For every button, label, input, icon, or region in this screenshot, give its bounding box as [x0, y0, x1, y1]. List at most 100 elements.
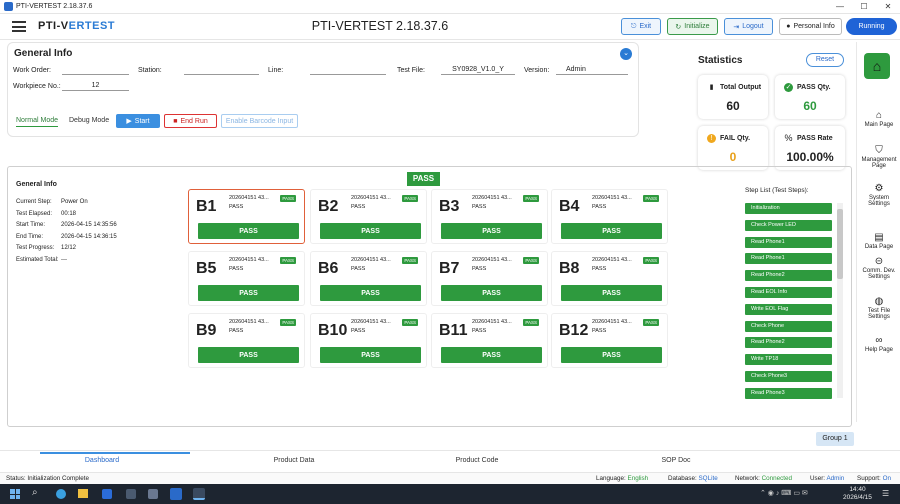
- app-icon-3[interactable]: [148, 489, 158, 499]
- end-run-button[interactable]: ■ End Run: [164, 114, 217, 128]
- slot-card-b12[interactable]: B12 202604151 43... PASS PASS PASS: [551, 313, 668, 368]
- step-item[interactable]: Write EOL Flag: [745, 303, 832, 315]
- slot-name: B10: [318, 322, 348, 339]
- app-icon-2[interactable]: [126, 489, 136, 499]
- windows-start-icon[interactable]: [10, 489, 20, 499]
- step-item[interactable]: Check Power LED: [745, 219, 832, 231]
- step-item[interactable]: Write TP18: [745, 354, 832, 366]
- play-icon: ▶: [126, 118, 132, 125]
- slot-card-b7[interactable]: B7 202604151 43... PASS PASS PASS: [431, 251, 548, 306]
- slot-result-button[interactable]: PASS: [441, 285, 542, 301]
- tab-normal-mode[interactable]: Normal Mode: [16, 117, 59, 127]
- step-item[interactable]: Check Phone: [745, 320, 832, 332]
- step-item[interactable]: Initialization: [745, 203, 832, 214]
- sidebar-item-comm-dev-settings[interactable]: ⊝ Comm. Dev. Settings: [858, 256, 900, 280]
- reset-button[interactable]: Reset: [806, 53, 844, 67]
- sidebar-item-management-page[interactable]: ⛉ Management Page: [858, 145, 900, 169]
- line-field[interactable]: [310, 66, 386, 75]
- logout-button[interactable]: ⇥ Logout: [724, 18, 773, 35]
- slot-card-b9[interactable]: B9 202604151 43... PASS PASS PASS: [188, 313, 305, 368]
- slot-card-b1[interactable]: B1 202604151 43... PASS PASS PASS: [188, 189, 305, 244]
- sidebar-item-system-settings[interactable]: ⚙ System Settings: [858, 183, 900, 207]
- slot-result-button[interactable]: PASS: [561, 285, 662, 301]
- running-status-button[interactable]: Running: [846, 18, 897, 35]
- tab-sop-doc[interactable]: SOP Doc: [626, 457, 726, 464]
- step-item[interactable]: Read Phone2: [745, 337, 832, 349]
- work-order-label: Work Order:: [13, 67, 51, 74]
- slot-card-b3[interactable]: B3 202604151 43... PASS PASS PASS: [431, 189, 548, 244]
- scrollbar-thumb[interactable]: [837, 209, 843, 279]
- step-list-scrollbar[interactable]: [837, 203, 843, 398]
- slot-card-b4[interactable]: B4 202604151 43... PASS PASS PASS: [551, 189, 668, 244]
- group-button[interactable]: Group 1: [816, 432, 854, 446]
- sidebar-item-help-page[interactable]: ∞ Help Page: [858, 335, 900, 353]
- slot-result-button[interactable]: PASS: [198, 223, 299, 239]
- language-info: Language: English: [596, 475, 648, 482]
- sidebar-item-main-page[interactable]: ⌂ Main Page: [858, 110, 900, 128]
- slot-result-button[interactable]: PASS: [561, 347, 662, 363]
- taskbar-clock[interactable]: 14:40 2026/4/15: [843, 486, 872, 502]
- slot-result-button[interactable]: PASS: [320, 285, 421, 301]
- slot-serial: 202604151 43...: [229, 195, 269, 201]
- sidebar-item-test-file-settings[interactable]: ◍ Test File Settings: [858, 296, 900, 320]
- collapse-chevron-icon[interactable]: ⌄: [620, 48, 632, 60]
- step-item[interactable]: Read Phone1: [745, 253, 832, 265]
- test-file-field[interactable]: SY0928_V1.0_Y: [441, 66, 515, 75]
- minimize-button[interactable]: —: [828, 2, 852, 11]
- personal-info-button[interactable]: ● Personal Info: [779, 18, 842, 35]
- slot-name: B1: [196, 198, 217, 215]
- slot-serial: 202604151 43...: [592, 195, 632, 201]
- pti-app-icon[interactable]: [170, 488, 182, 500]
- step-item[interactable]: Read Phone2: [745, 270, 832, 282]
- slot-card-b8[interactable]: B8 202604151 43... PASS PASS PASS: [551, 251, 668, 306]
- home-shortcut-button[interactable]: ⌂: [864, 53, 890, 79]
- step-item[interactable]: Read EOL Info: [745, 287, 832, 298]
- slot-card-b10[interactable]: B10 202604151 43... PASS PASS PASS: [310, 313, 427, 368]
- step-item[interactable]: Read Phone3: [745, 387, 832, 399]
- tab-product-data[interactable]: Product Data: [244, 457, 344, 464]
- start-time-value: 2026-04-15 14:35:56: [61, 222, 117, 228]
- slot-result-button[interactable]: PASS: [441, 223, 542, 239]
- personal-info-label: Personal Info: [793, 23, 835, 30]
- slot-result-button[interactable]: PASS: [320, 347, 421, 363]
- step-item[interactable]: Read Phone1: [745, 236, 832, 248]
- link-icon: ∞: [875, 335, 883, 346]
- sidebar-item-label: Data Page: [864, 244, 894, 250]
- slot-card-b6[interactable]: B6 202604151 43... PASS PASS PASS: [310, 251, 427, 306]
- close-button[interactable]: ✕: [876, 2, 900, 11]
- slot-card-b2[interactable]: B2 202604151 43... PASS PASS PASS: [310, 189, 427, 244]
- slot-result-button[interactable]: PASS: [561, 223, 662, 239]
- slot-result-button[interactable]: PASS: [441, 347, 542, 363]
- tab-debug-mode[interactable]: Debug Mode: [69, 117, 109, 124]
- slot-card-b5[interactable]: B5 202604151 43... PASS PASS PASS: [188, 251, 305, 306]
- maximize-button[interactable]: ☐: [852, 2, 876, 11]
- tab-product-code[interactable]: Product Code: [427, 457, 527, 464]
- hamburger-menu-icon[interactable]: [12, 21, 26, 32]
- workpiece-field[interactable]: 12: [62, 82, 129, 91]
- slot-result-button[interactable]: PASS: [320, 223, 421, 239]
- start-button[interactable]: ▶ Start: [116, 114, 160, 128]
- version-field[interactable]: Admin: [556, 66, 628, 75]
- exit-button[interactable]: ⎋ Exit: [621, 18, 661, 35]
- workpiece-label: Workpiece No.:: [13, 83, 61, 90]
- edge-icon[interactable]: [56, 489, 66, 499]
- slot-card-b11[interactable]: B11 202604151 43... PASS PASS PASS: [431, 313, 548, 368]
- vertest-app-icon[interactable]: [193, 488, 205, 500]
- search-icon[interactable]: ⌕: [32, 487, 38, 498]
- slot-result-button[interactable]: PASS: [198, 347, 299, 363]
- enable-barcode-button[interactable]: Enable Barcode Input: [221, 114, 298, 128]
- tab-dashboard[interactable]: Dashboard: [52, 457, 152, 464]
- station-label: Station:: [138, 67, 162, 74]
- app-icon-1[interactable]: [102, 489, 112, 499]
- notification-icon[interactable]: ☰: [882, 489, 889, 498]
- end-time-label: End Time:: [16, 233, 44, 240]
- step-item[interactable]: Check Phone3: [745, 371, 832, 382]
- work-order-field[interactable]: [62, 66, 129, 75]
- initialize-button[interactable]: ↻ Initialize: [667, 18, 718, 35]
- user-icon: ●: [786, 23, 791, 30]
- sidebar-item-data-page[interactable]: ▤ Data Page: [858, 232, 900, 250]
- tray-icons[interactable]: ⌃ ◉ ♪ ⌨ ▭ ✉: [760, 489, 808, 497]
- explorer-icon[interactable]: [78, 489, 88, 498]
- station-field[interactable]: [184, 66, 259, 75]
- slot-result-button[interactable]: PASS: [198, 285, 299, 301]
